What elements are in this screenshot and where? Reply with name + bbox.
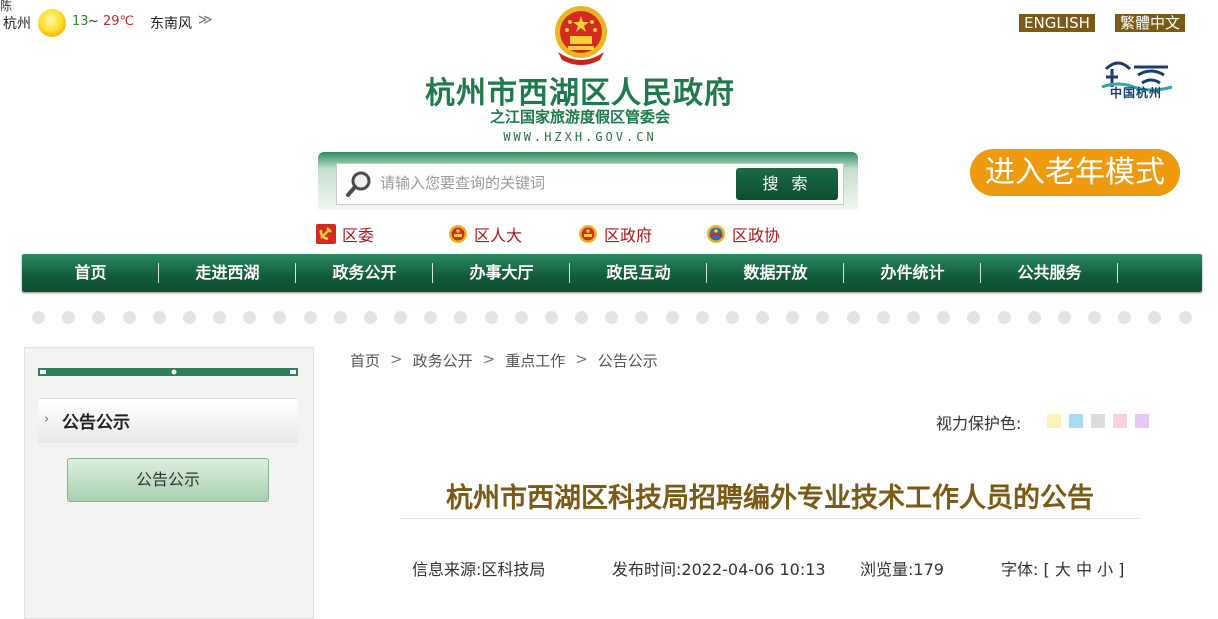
elder-mode-button[interactable]: 进入老年模式 [970,149,1180,196]
sun-icon [38,9,66,37]
quick-link-district-npc[interactable]: 区人大 [448,222,522,246]
eye-color-blue[interactable] [1069,414,1083,428]
breadcrumb-link-government-affairs[interactable]: 政务公开 [413,350,473,371]
search-input[interactable] [380,165,720,201]
article-font-size: 字体: [ 大 中 小 ] [1001,556,1124,580]
weather-wind: 东南风 [150,16,192,32]
breadcrumb-link-key-work[interactable]: 重点工作 [505,350,565,371]
nav-item-government-affairs[interactable]: 政务公开 [296,254,433,292]
breadcrumb: 首页 > 政务公开 > 重点工作 > 公告公示 [350,350,658,371]
nav-item-open-data[interactable]: 数据开放 [707,254,844,292]
eye-color-pink[interactable] [1113,414,1127,428]
quick-link-district-cppcc[interactable]: 区政协 [706,222,780,246]
weather-temp-high: 29℃ [103,14,135,29]
lang-english-link[interactable]: ENGLISH [1019,14,1095,32]
nav-item-about-xihu[interactable]: 走进西湖 [159,254,296,292]
sidebar-item-announcements[interactable]: 公告公示 [67,458,269,502]
chevron-right-icon: › [44,412,50,427]
quick-link-label: 区委 [342,226,375,245]
weather-more-icon[interactable]: ≫ [198,12,213,28]
article-date: 发布时间:2022-04-06 10:13 [612,556,826,580]
site-url: WWW.HZXH.GOV.CN [503,130,657,144]
main-nav: 首页 走进西湖 政务公开 办事大厅 政民互动 数据开放 办件统计 公共服务 [22,254,1202,292]
quick-link-district-committee[interactable]: 区委 [316,222,374,246]
weather-temp-low: 13 [72,14,89,29]
national-emblem-icon [579,225,597,243]
nav-item-home[interactable]: 首页 [22,254,159,292]
nav-item-interaction[interactable]: 政民互动 [570,254,707,292]
weather-city: 杭州 [3,16,31,32]
cppcc-emblem-icon [707,225,725,243]
article-source: 信息来源:区科技局 [412,556,545,580]
article-title: 杭州市西湖区科技局招聘编外专业技术工作人员的公告 [446,483,1094,514]
corner-text: 陈 [0,0,13,13]
quick-link-label: 区人大 [474,226,523,245]
article-date-label: 发布时间: [612,560,682,579]
nav-item-service-hall[interactable]: 办事大厅 [433,254,570,292]
breadcrumb-link-announcements[interactable]: 公告公示 [598,350,658,371]
sidebar-heading: 公告公示 [62,413,130,433]
national-emblem-icon [449,225,467,243]
china-hangzhou-logo-text: 中国杭州 [1109,86,1162,100]
article-views: 浏览量:179 [860,556,944,580]
font-bracket-open: [ [1043,560,1050,579]
font-size-medium[interactable]: 中 [1076,560,1092,579]
national-emblem-icon [555,6,607,65]
article-views-value: 179 [913,560,944,579]
article-source-label: 信息来源: [412,560,482,579]
breadcrumb-separator: > [575,350,588,368]
article-source-value: 区科技局 [481,560,546,579]
title-divider [400,518,1140,519]
quick-link-district-government[interactable]: 区政府 [578,222,652,246]
search-button[interactable]: 搜 索 [736,168,838,200]
eye-protect-label: 视力保护色: [936,414,1022,433]
eye-color-purple[interactable] [1135,414,1149,428]
breadcrumb-separator: > [482,350,496,368]
font-size-label: 字体: [1001,560,1039,579]
font-size-small[interactable]: 小 [1097,560,1113,579]
quick-link-label: 区政府 [604,226,653,245]
nav-item-statistics[interactable]: 办件统计 [844,254,981,292]
font-bracket-close: ] [1118,560,1125,579]
breadcrumb-separator: > [390,350,403,368]
search-icon [346,171,371,197]
lang-traditional-chinese-link[interactable]: 繁體中文 [1115,14,1186,32]
nav-item-public-service[interactable]: 公共服务 [981,254,1118,292]
article-date-value: 2022-04-06 10:13 [681,560,826,579]
decorative-dot-row [32,311,1192,325]
eye-color-yellow[interactable] [1047,414,1061,428]
font-size-large[interactable]: 大 [1055,560,1071,579]
sidebar-ornament [38,368,298,376]
article-views-label: 浏览量: [860,560,914,579]
weather-temp-separator: ~ [88,14,99,29]
site-subtitle: 之江国家旅游度假区管委会 [489,108,670,126]
quick-link-label: 区政协 [732,226,781,245]
breadcrumb-link-home[interactable]: 首页 [350,350,380,371]
eye-color-gray[interactable] [1091,414,1105,428]
party-emblem-icon [316,224,336,244]
